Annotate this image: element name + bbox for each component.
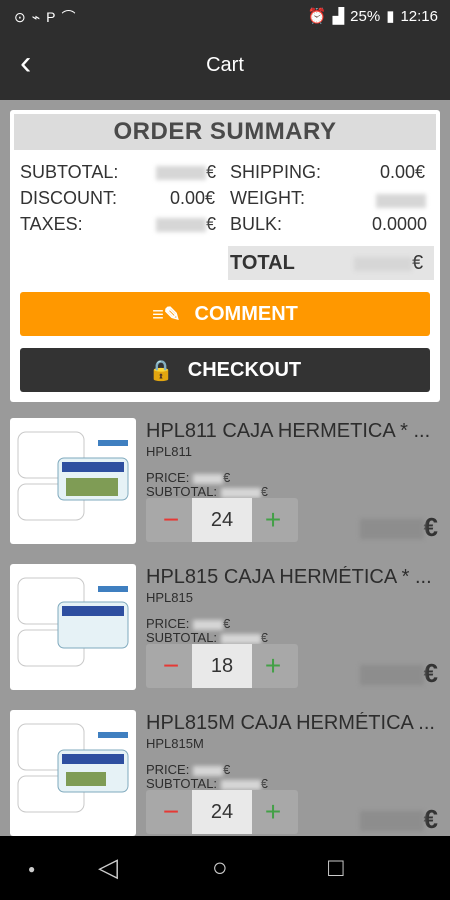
page-title: Cart	[206, 54, 244, 76]
product-code: HPL815M	[146, 736, 204, 751]
line-total: €	[359, 512, 438, 543]
line-total-redacted	[359, 665, 424, 686]
list-item[interactable]: HPL815 CAJA HERMÉTICA * ... HPL815 PRICE…	[10, 564, 440, 694]
total-label: TOTAL	[230, 252, 295, 274]
line-total: €	[359, 658, 438, 689]
product-name: HPL815 CAJA HERMÉTICA * ...	[146, 566, 432, 588]
status-right: ⏰ ▟ 25% ▮ 12:16	[307, 7, 438, 26]
system-nav-bar: ● ◁ ○ □	[0, 836, 450, 900]
price-amount-redacted	[192, 619, 223, 630]
subtotal-value: €	[156, 162, 216, 183]
shipping-label: SHIPPING:	[230, 162, 322, 182]
list-item[interactable]: HPL811 CAJA HERMETICA * ... HPL811 PRICE…	[10, 418, 440, 548]
quantity-value[interactable]: 24	[192, 498, 252, 542]
product-price: PRICE: €	[146, 616, 231, 631]
clock: 12:16	[400, 7, 438, 25]
taxes-label: TAXES:	[20, 214, 83, 234]
product-name: HPL811 CAJA HERMETICA * ...	[146, 420, 431, 442]
dot-icon: ●	[28, 862, 36, 876]
quantity-value[interactable]: 18	[192, 644, 252, 688]
shipping-value: 0.00€	[380, 162, 426, 182]
cart-content[interactable]: ORDER SUMMARY SUBTOTAL: € DISCOUNT: 0.00…	[0, 100, 450, 836]
discount-label: DISCOUNT:	[20, 188, 118, 208]
product-image[interactable]	[10, 564, 136, 690]
checkout-button[interactable]: 🔒 CHECKOUT	[20, 348, 430, 392]
plus-icon[interactable]: +	[256, 648, 290, 684]
plus-icon[interactable]: +	[256, 502, 290, 538]
product-image[interactable]	[10, 710, 136, 836]
back-nav-icon[interactable]: ◁	[98, 852, 118, 883]
app-bar: ‹ Cart	[0, 32, 450, 100]
product-subtotal: SUBTOTAL: €	[146, 630, 268, 645]
total-value: €	[354, 252, 423, 275]
product-subtotal: SUBTOTAL: €	[146, 776, 268, 791]
product-price: PRICE: €	[146, 762, 231, 777]
total-amount-redacted	[354, 256, 412, 271]
plus-icon[interactable]: +	[256, 794, 290, 830]
subtotal-amount-redacted	[220, 633, 261, 644]
line-total-redacted	[359, 811, 424, 832]
notification-icons: ⊙⌁P⌒	[14, 9, 82, 25]
order-summary-card: ORDER SUMMARY SUBTOTAL: € DISCOUNT: 0.00…	[10, 110, 440, 402]
line-total-redacted	[359, 519, 424, 540]
signal-icon: ▟	[332, 8, 345, 25]
taxes-amount-redacted	[156, 218, 206, 233]
taxes-value: €	[156, 214, 216, 235]
price-amount-redacted	[192, 473, 223, 484]
minus-icon[interactable]: −	[154, 794, 188, 830]
bulk-label: BULK:	[230, 214, 283, 234]
home-nav-icon[interactable]: ○	[212, 852, 228, 883]
weight-label: WEIGHT:	[230, 188, 305, 208]
comment-button[interactable]: ≡✎ COMMENT	[20, 292, 430, 336]
product-subtotal: SUBTOTAL: €	[146, 484, 268, 499]
subtotal-label: SUBTOTAL:	[20, 162, 119, 182]
status-bar: ⊙⌁P⌒ ⏰ ▟ 25% ▮ 12:16	[0, 0, 450, 32]
quantity-value[interactable]: 24	[192, 790, 252, 834]
product-image[interactable]	[10, 418, 136, 544]
subtotal-amount-redacted	[220, 779, 261, 790]
product-price: PRICE: €	[146, 470, 231, 485]
recents-nav-icon[interactable]: □	[328, 852, 344, 883]
battery-percent: 25%	[350, 7, 381, 25]
discount-value: 0.00€	[170, 188, 216, 208]
product-name: HPL815M CAJA HERMÉTICA ...	[146, 712, 435, 734]
comment-icon: ≡✎	[152, 303, 181, 326]
bulk-value: 0.0000	[372, 214, 428, 234]
battery-icon: ▮	[386, 8, 395, 25]
quantity-stepper: − 24 +	[146, 790, 298, 834]
checkout-label: CHECKOUT	[187, 358, 302, 381]
list-item[interactable]: HPL815M CAJA HERMÉTICA ... HPL815M PRICE…	[10, 710, 440, 836]
line-total: €	[359, 804, 438, 835]
quantity-stepper: − 24 +	[146, 498, 298, 542]
lock-icon: 🔒	[148, 359, 174, 382]
order-summary-heading: ORDER SUMMARY	[14, 114, 436, 150]
comment-label: COMMENT	[194, 302, 298, 325]
weight-amount-redacted	[376, 194, 426, 209]
quantity-stepper: − 18 +	[146, 644, 298, 688]
alarm-icon: ⏰	[307, 8, 327, 25]
minus-icon[interactable]: −	[154, 648, 188, 684]
price-amount-redacted	[192, 765, 223, 776]
subtotal-amount-redacted	[156, 166, 206, 181]
weight-value	[376, 190, 426, 211]
product-code: HPL811	[146, 444, 193, 459]
subtotal-amount-redacted	[220, 487, 261, 498]
minus-icon[interactable]: −	[154, 502, 188, 538]
product-code: HPL815	[146, 590, 193, 605]
